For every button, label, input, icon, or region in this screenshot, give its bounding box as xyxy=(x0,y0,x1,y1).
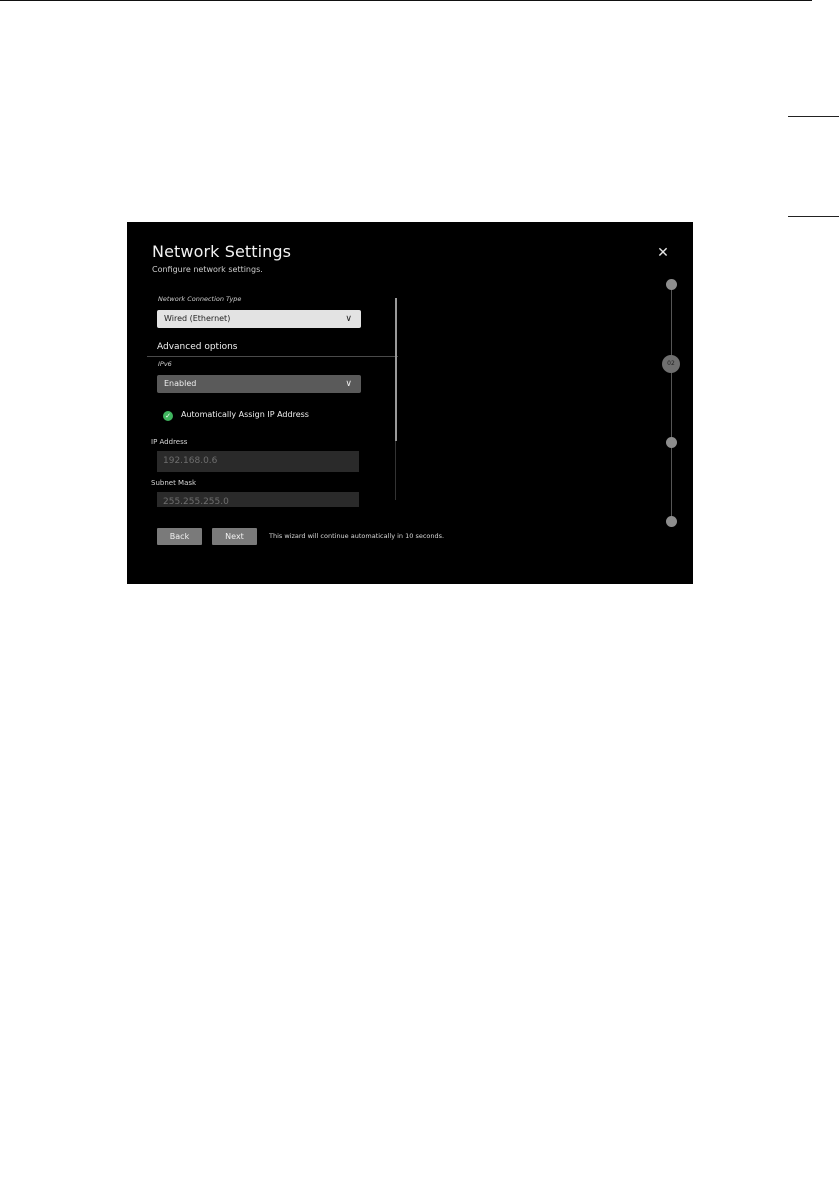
connection-type-label: Network Connection Type xyxy=(158,295,242,303)
page-top-line xyxy=(0,0,812,1)
ipv6-dropdown[interactable]: Enabled ∨ xyxy=(157,375,361,393)
ip-address-label: IP Address xyxy=(151,438,188,446)
ipv6-label: IPv6 xyxy=(158,360,172,368)
ipv6-value: Enabled xyxy=(164,379,197,388)
chevron-down-icon: ∨ xyxy=(345,379,352,389)
step-indicator-1 xyxy=(666,279,677,290)
step-indicator-4 xyxy=(666,516,677,527)
page-title: Network Settings xyxy=(152,242,292,261)
connection-type-value: Wired (Ethernet) xyxy=(164,314,231,323)
auto-assign-label: Automatically Assign IP Address xyxy=(181,410,309,419)
subnet-mask-field[interactable]: 255.255.255.0 xyxy=(157,492,359,507)
chevron-down-icon: ∨ xyxy=(345,314,352,324)
side-rule-lower xyxy=(788,216,839,217)
ip-address-field[interactable]: 192.168.0.6 xyxy=(157,451,359,472)
scrollbar-thumb[interactable] xyxy=(395,298,397,441)
step-indicator-current: 02 xyxy=(662,355,680,373)
stepper-line xyxy=(671,284,672,522)
network-settings-screen: Network Settings Configure network setti… xyxy=(127,222,693,584)
advanced-options-heading: Advanced options xyxy=(157,342,238,352)
wizard-countdown-message: This wizard will continue automatically … xyxy=(269,532,445,540)
section-divider xyxy=(147,356,398,357)
side-rule-upper xyxy=(788,116,839,117)
close-icon[interactable]: ✕ xyxy=(654,244,672,262)
next-button[interactable]: Next xyxy=(212,528,257,545)
page-subtitle: Configure network settings. xyxy=(152,265,263,274)
settings-scroll-area[interactable]: Network Connection Type Wired (Ethernet)… xyxy=(147,292,398,507)
check-icon: ✓ xyxy=(163,411,173,421)
subnet-mask-label: Subnet Mask xyxy=(151,479,197,487)
connection-type-dropdown[interactable]: Wired (Ethernet) ∨ xyxy=(157,310,361,328)
back-button[interactable]: Back xyxy=(157,528,202,545)
step-indicator-3 xyxy=(666,437,677,448)
